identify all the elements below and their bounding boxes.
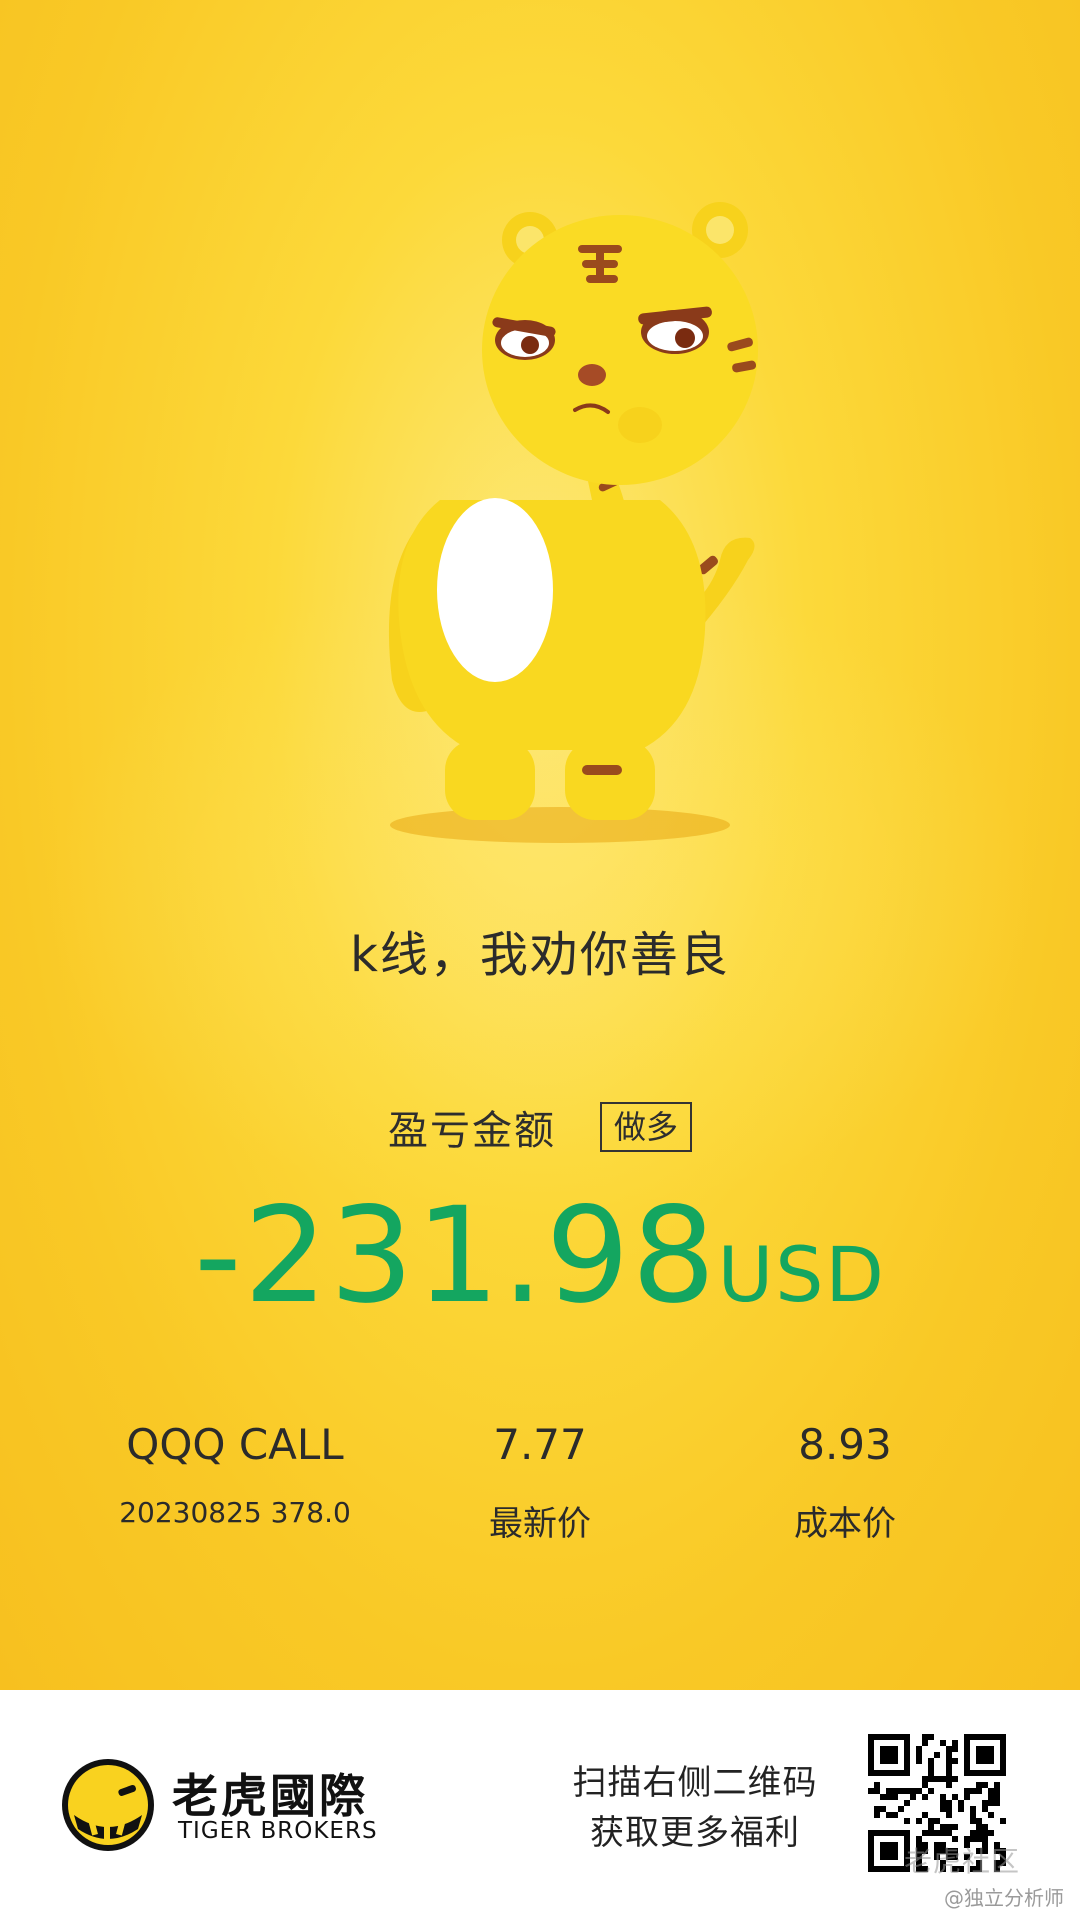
profit-loss-amount: -231.98 USD [0, 1190, 1080, 1322]
brand-name-cn: 老虎國際 [172, 1769, 368, 1823]
expiry-strike: 20230825 378.0 [119, 1496, 351, 1529]
latest-price-value: 7.77 [493, 1420, 587, 1469]
profit-loss-label: 盈亏金额 [387, 1108, 556, 1154]
scan-prompt: 扫描右侧二维码 获取更多福利 [560, 1758, 830, 1858]
share-poster: k线，我劝你善良 盈亏金额 做多 -231.98 USD QQQ CALL 20… [0, 0, 1080, 1690]
cost-price-value: 8.93 [798, 1420, 892, 1469]
slogan-text: k线，我劝你善良 [350, 927, 730, 983]
currency-unit: USD [717, 1230, 886, 1319]
scan-prompt-line2: 获取更多福利 [590, 1813, 800, 1853]
watermark-community: 老虎社区 [904, 1845, 1021, 1878]
direction-badge: 做多 [599, 1102, 692, 1152]
latest-price-label: 最新价 [489, 1504, 591, 1544]
tiger-brokers-logo-icon [60, 1757, 156, 1853]
symbol-name: QQQ CALL [126, 1420, 344, 1469]
cost-price-label: 成本价 [794, 1504, 896, 1544]
profit-loss-header: 盈亏金额 做多 [0, 1098, 1080, 1156]
scan-prompt-line1: 扫描右侧二维码 [572, 1763, 818, 1803]
watermark-handle: @独立分析师 [944, 1886, 1064, 1910]
brand-name-en: TIGER BROKERS [178, 1818, 378, 1844]
tiger-mascot-icon [330, 200, 790, 850]
amount-value: -231.98 [194, 1179, 718, 1333]
